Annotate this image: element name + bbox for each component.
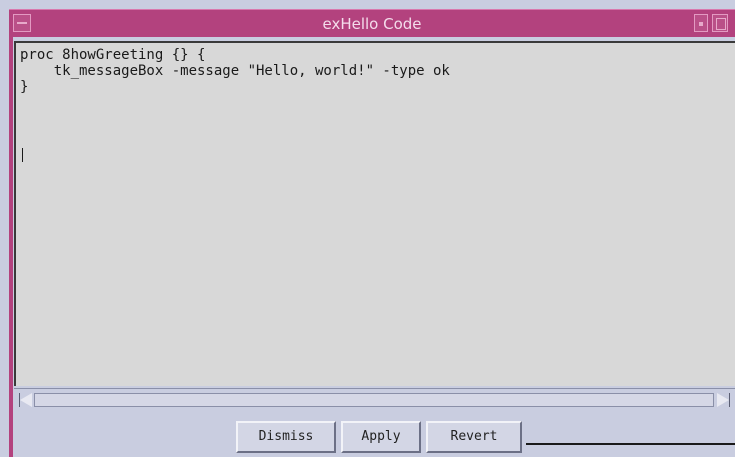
scroll-trough[interactable] [34, 393, 714, 407]
arrow-right-icon[interactable] [717, 393, 729, 407]
button-bar: Dismiss Apply Revert [14, 413, 735, 457]
window-frame-left [9, 37, 13, 457]
arrow-right-edge [729, 393, 730, 407]
apply-button[interactable]: Apply [341, 421, 421, 453]
maximize-icon[interactable] [712, 14, 728, 32]
arrow-left-edge [19, 393, 20, 407]
horizontal-scrollbar[interactable] [14, 388, 735, 412]
revert-button[interactable]: Revert [426, 421, 522, 453]
separator-line [526, 443, 735, 445]
code-content[interactable]: proc 8howGreeting {} { tk_messageBox -me… [16, 43, 735, 95]
minimize-icon[interactable] [694, 14, 708, 32]
code-editor-window: exHello Code proc 8howGreeting {} { tk_m… [9, 9, 735, 457]
title-bar[interactable]: exHello Code [9, 9, 735, 37]
arrow-left-icon[interactable] [20, 393, 32, 407]
code-text-area[interactable]: proc 8howGreeting {} { tk_messageBox -me… [14, 41, 735, 386]
window-title: exHello Code [322, 15, 422, 33]
text-cursor [22, 148, 23, 162]
dismiss-button[interactable]: Dismiss [236, 421, 336, 453]
